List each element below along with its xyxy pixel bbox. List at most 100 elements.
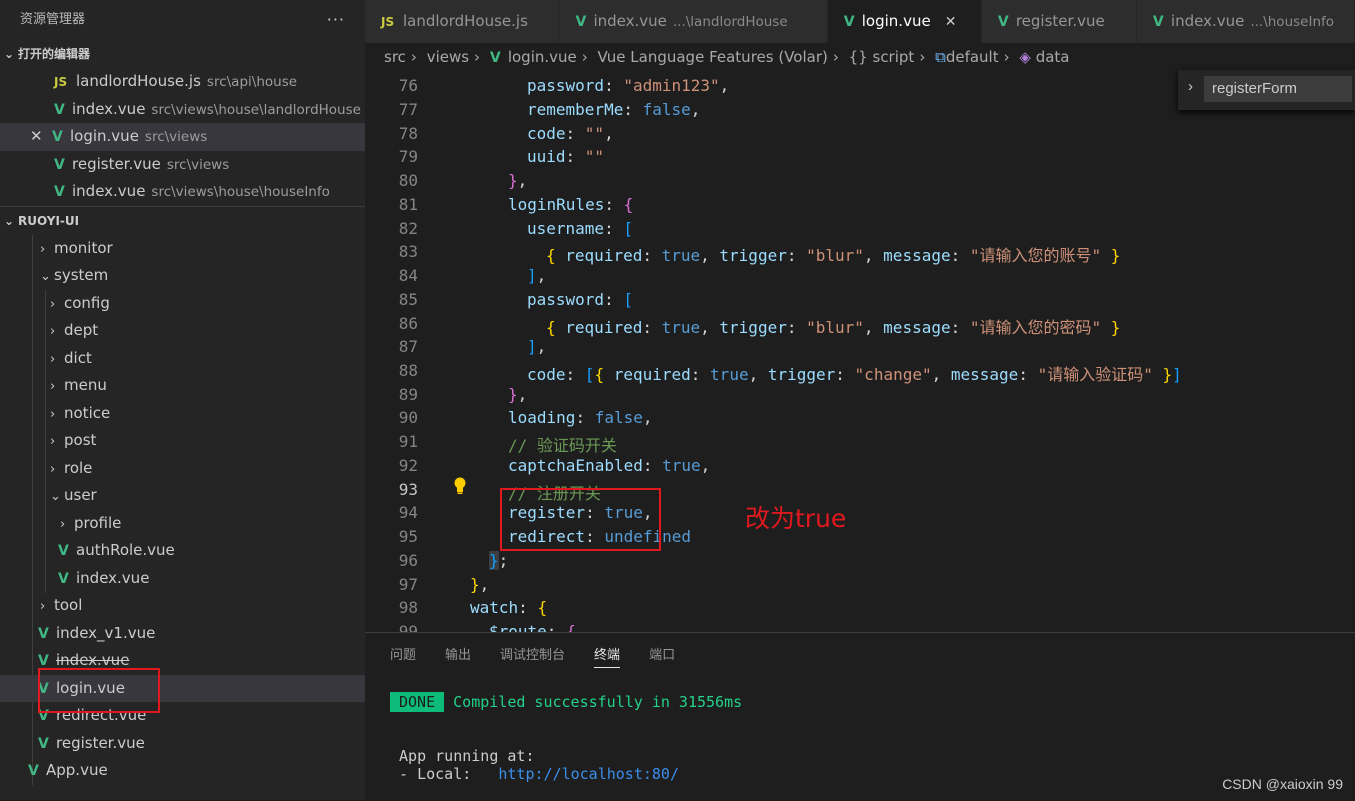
line-number: 76 <box>398 76 418 95</box>
line-number: 78 <box>398 124 418 143</box>
tree-label: monitor <box>54 238 113 257</box>
chevron-right-icon: › <box>474 48 481 66</box>
line-number: 77 <box>398 100 418 119</box>
breadcrumb-item[interactable]: src <box>384 48 406 66</box>
tree-folder[interactable]: › profile <box>0 510 365 538</box>
tab-terminal[interactable]: 终端 <box>594 633 621 679</box>
tree-label: notice <box>64 403 111 422</box>
breadcrumb-item[interactable]: default <box>946 48 999 66</box>
open-editor-item[interactable]: Vregister.vue src\views <box>0 151 365 179</box>
open-editor-item-active[interactable]: ✕ Vlogin.vue src\views <box>0 123 365 151</box>
chevron-down-icon: ⌄ <box>50 489 61 504</box>
tree-folder[interactable]: › dict <box>0 345 365 373</box>
open-editor-path: src\views <box>166 156 230 173</box>
project-header[interactable]: ⌄ RUOYI-UI <box>0 205 365 235</box>
tree-label: index.vue <box>56 651 130 669</box>
vue-file-icon: V <box>58 570 69 587</box>
tree-label: tool <box>54 596 83 614</box>
explorer-sidebar: 资源管理器 ··· ⌄ 打开的编辑器 JS landlordHouse.js src\… <box>0 0 365 800</box>
tab-landlordhouse-js[interactable]: JS landlordHouse.js <box>365 0 560 43</box>
code-line: code: [{ required: true, trigger: "chang… <box>527 365 1182 384</box>
breadcrumb-item[interactable]: Vue Language Features (Volar) <box>598 48 828 66</box>
tab-register-vue[interactable]: Vregister.vue <box>981 0 1137 43</box>
find-input[interactable]: registerForm <box>1204 76 1352 102</box>
tree-folder[interactable]: › config <box>0 290 365 318</box>
tree-folder[interactable]: › dept <box>0 317 365 345</box>
code-comment: // 验证码开关 <box>508 436 617 455</box>
line-number: 96 <box>398 551 418 570</box>
code-line: watch: { <box>470 598 548 617</box>
vue-file-icon: V <box>54 156 65 173</box>
tab-index-vue-houseinfo[interactable]: Vindex.vue ...\houseInfo <box>1136 0 1355 43</box>
vue-file-icon: V <box>843 14 855 30</box>
tree-file[interactable]: Vindex.vue <box>0 565 365 593</box>
tab-output[interactable]: 输出 <box>445 633 471 679</box>
open-editor-path: src\views\house\houseInfo <box>151 184 330 200</box>
line-number: 80 <box>398 171 418 190</box>
open-editor-name: register.vue <box>72 154 161 173</box>
close-tab-icon[interactable]: ✕ <box>945 14 957 30</box>
tab-problems[interactable]: 问题 <box>390 633 416 679</box>
tree-folder[interactable]: › monitor <box>0 235 365 263</box>
code-line: loading: false, <box>508 408 653 427</box>
tree-label: dict <box>64 348 92 367</box>
code-editor[interactable]: 76 77 78 79 80 81 82 83 84 85 86 87 88 8… <box>365 72 1355 632</box>
chevron-right-icon: › <box>410 48 417 66</box>
open-editor-item[interactable]: Vindex.vue src\views\house\houseInfo <box>0 178 365 206</box>
line-number: 84 <box>398 266 418 285</box>
tree-folder[interactable]: › notice <box>0 400 365 428</box>
open-editor-path: src\views\house\landlordHouse <box>151 101 361 118</box>
vue-file-icon: V <box>38 625 49 642</box>
open-editor-item[interactable]: Vindex.vue src\views\house\landlordHouse <box>0 96 365 124</box>
local-url-link[interactable]: http://localhost:80/ <box>498 765 679 783</box>
tab-index-vue-landlordhouse[interactable]: Vindex.vue ...\landlordHouse <box>559 0 828 43</box>
code-line: rememberMe: false, <box>527 100 701 119</box>
code-line: ], <box>527 337 547 356</box>
tree-folder[interactable]: › menu <box>0 372 365 400</box>
tree-label: index.vue <box>76 568 150 587</box>
breadcrumb-item[interactable]: login.vue <box>508 48 577 66</box>
tab-ports[interactable]: 端口 <box>649 633 675 679</box>
open-editor-name: index.vue <box>72 182 146 200</box>
js-file-icon: JS <box>54 75 68 89</box>
chevron-right-icon: › <box>40 599 46 614</box>
breadcrumb-item[interactable]: data <box>1036 48 1070 66</box>
tab-login-vue[interactable]: Vlogin.vue ✕ <box>827 0 982 43</box>
close-icon[interactable]: ✕ <box>30 123 52 151</box>
tree-label: authRole.vue <box>76 541 175 559</box>
line-number: 98 <box>398 598 418 617</box>
more-actions-icon[interactable]: ··· <box>327 0 345 40</box>
editor-area: JS landlordHouse.js Vindex.vue ...\landlor… <box>365 0 1355 801</box>
tree-file[interactable]: V App.vue <box>0 757 365 785</box>
line-number: 85 <box>398 290 418 309</box>
tree-folder[interactable]: › tool <box>0 592 365 620</box>
tree-file[interactable]: Vregister.vue <box>0 730 365 758</box>
line-number: 92 <box>398 456 418 475</box>
tree-label: index_v1.vue <box>56 623 156 642</box>
tree-folder[interactable]: › post <box>0 427 365 455</box>
terminal-output[interactable]: DONE Compiled successfully in 31556ms Ap… <box>390 692 742 783</box>
chevron-right-icon[interactable]: › <box>1188 78 1193 95</box>
vue-file-icon: V <box>54 184 65 200</box>
breadcrumb-item[interactable]: views <box>427 48 469 66</box>
chevron-right-icon: › <box>50 296 56 312</box>
code-line: password: "admin123", <box>527 76 730 95</box>
open-editors-header[interactable]: ⌄ 打开的编辑器 <box>0 40 365 68</box>
tree-file[interactable]: Vindex_v1.vue <box>0 620 365 648</box>
tree-label: user <box>64 486 97 504</box>
chevron-right-icon: › <box>1003 48 1010 66</box>
tab-debug-console[interactable]: 调试控制台 <box>500 633 565 679</box>
project-title: RUOYI-UI <box>18 213 80 228</box>
lightbulb-icon[interactable] <box>453 477 467 495</box>
open-editor-item[interactable]: JS landlordHouse.js src\api\house <box>0 68 365 96</box>
tree-folder[interactable]: ⌄ system <box>0 262 365 290</box>
open-editor-name: index.vue <box>72 99 146 118</box>
breadcrumb-item[interactable]: script <box>873 48 915 66</box>
tree-folder[interactable]: › role <box>0 455 365 483</box>
open-editor-path: src\views <box>144 129 208 145</box>
line-number: 87 <box>398 337 418 356</box>
highlight-box-register <box>500 488 661 551</box>
tree-label: dept <box>64 321 99 339</box>
tree-file[interactable]: VauthRole.vue <box>0 537 365 565</box>
tree-folder[interactable]: ⌄ user <box>0 482 365 510</box>
